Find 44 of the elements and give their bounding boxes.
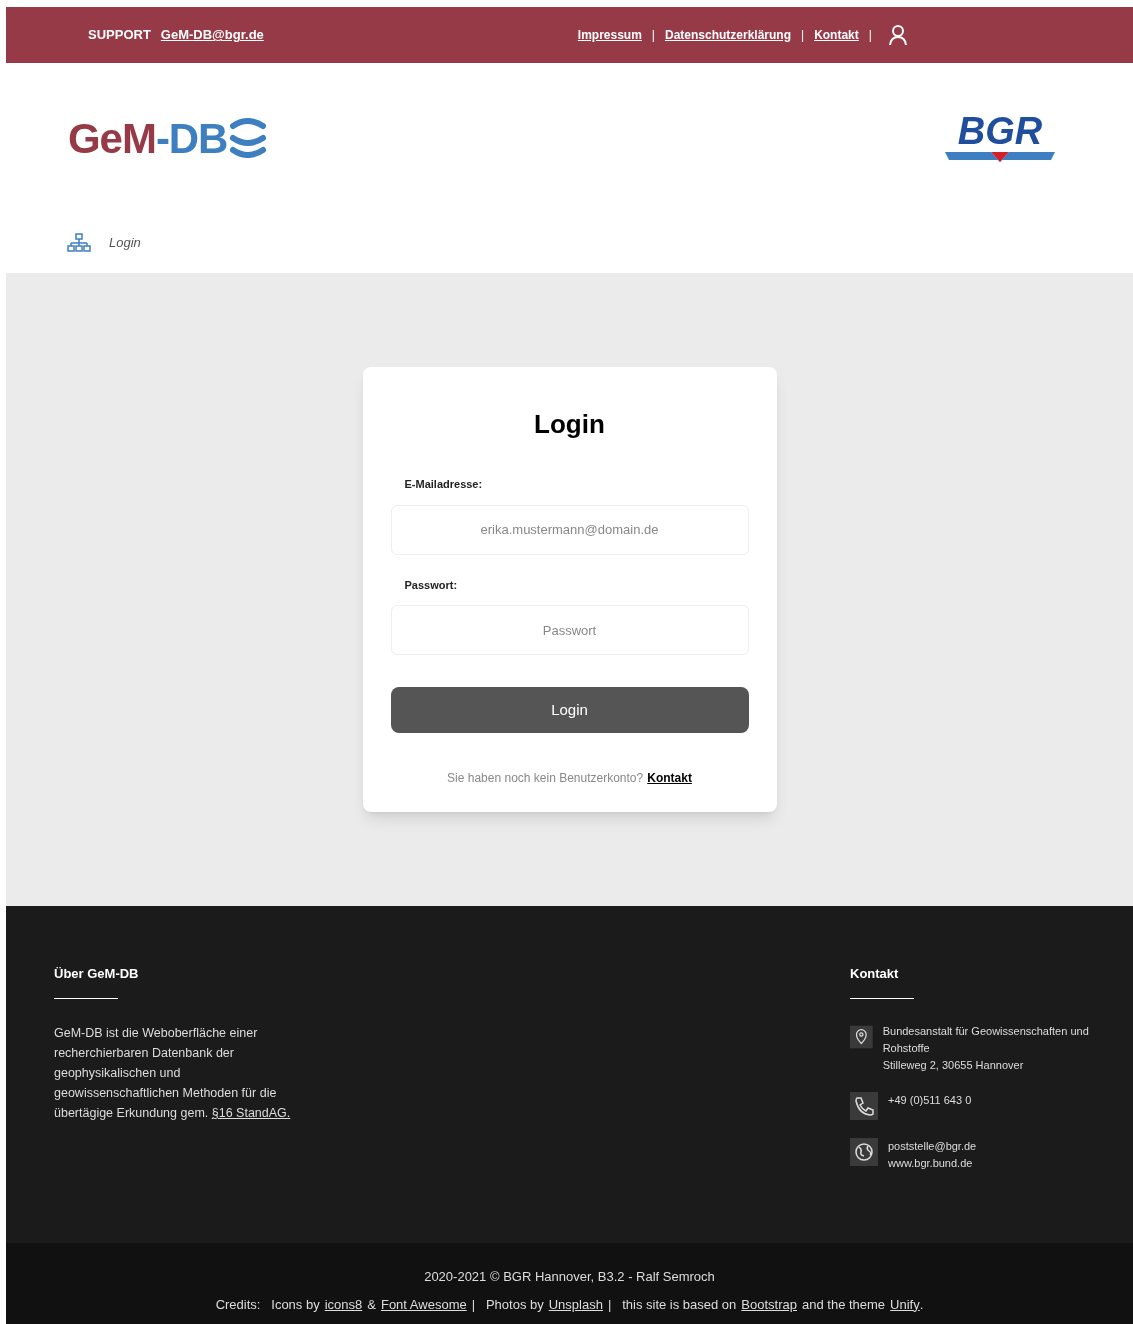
separator: | [651, 27, 655, 44]
no-account-note: Sie haben noch kein Benutzerkonto? [447, 770, 644, 787]
standag-link[interactable]: §16 StandAG. [211, 1105, 291, 1120]
separator: | [801, 27, 805, 44]
user-icon[interactable] [887, 24, 908, 46]
contact-link[interactable]: Kontakt [647, 769, 692, 787]
separator: | [868, 27, 872, 44]
credit-text: | this site is based on [607, 1295, 737, 1314]
bgr-logo[interactable]: BGR [945, 112, 1055, 164]
password-field[interactable]: Passwort [390, 605, 749, 655]
credit-text: Credits: Icons by [215, 1295, 320, 1314]
credit-link[interactable]: Font Awesome [380, 1294, 467, 1314]
contact-text: +49 (0)511 643 0 [888, 1092, 972, 1108]
field-label: Passwort: [403, 577, 459, 593]
support-label: SUPPORT [88, 26, 151, 45]
breadcrumb-current: Login [109, 234, 141, 253]
contact-text: poststelle@bgr.de [888, 1138, 977, 1154]
copyright-text: 2020-2021 © BGR Hannover, B3.2 - Ralf Semroch [424, 1268, 715, 1286]
contact-text: Stilleweg 2, 30655 Hannover [882, 1057, 1025, 1073]
footer-heading: Kontakt [850, 965, 900, 983]
credit-link[interactable]: Unify [890, 1294, 920, 1314]
footer-heading: Über GeM-DB [54, 965, 140, 983]
globe-icon [850, 1137, 878, 1166]
support-email-link[interactable]: GeM-DB@bgr.de [160, 25, 264, 45]
login-title: Login [533, 408, 606, 441]
phone-icon [850, 1091, 878, 1120]
credit-link[interactable]: icons8 [324, 1294, 363, 1314]
credit-text: & [367, 1295, 376, 1314]
credit-text: | Photos by [471, 1295, 544, 1314]
nav-link[interactable]: Impressum [577, 26, 642, 44]
sitemap-icon [67, 233, 91, 253]
nav-link[interactable]: Datenschutzerklärung [664, 26, 791, 44]
credit-text: and the theme [802, 1295, 886, 1314]
credit-link[interactable]: Unsplash [548, 1294, 603, 1314]
field-label: E-Mailadresse: [403, 477, 484, 492]
gem-db-logo[interactable]: GeM-DB [68, 106, 268, 170]
login-button[interactable]: Login [390, 687, 749, 733]
contact-text: Bundesanstalt für Geowissenschaften und Rohstoffe [882, 1023, 1090, 1056]
email-field[interactable]: erika.mustermann@domain.de [390, 504, 749, 555]
contact-text: www.bgr.bund.de [888, 1155, 974, 1171]
credit-link[interactable]: Bootstrap [741, 1294, 797, 1314]
nav-link[interactable]: Kontakt [814, 26, 859, 44]
about-text: GeM-DB ist die Weboberfläche einer recherchierbaren Datenbank der geophysikalischen und geowissenschaftlichen Methoden für die übertägige Erkundung gem. §16 StandAG. [54, 1024, 292, 1122]
credit-text: . [919, 1295, 924, 1314]
